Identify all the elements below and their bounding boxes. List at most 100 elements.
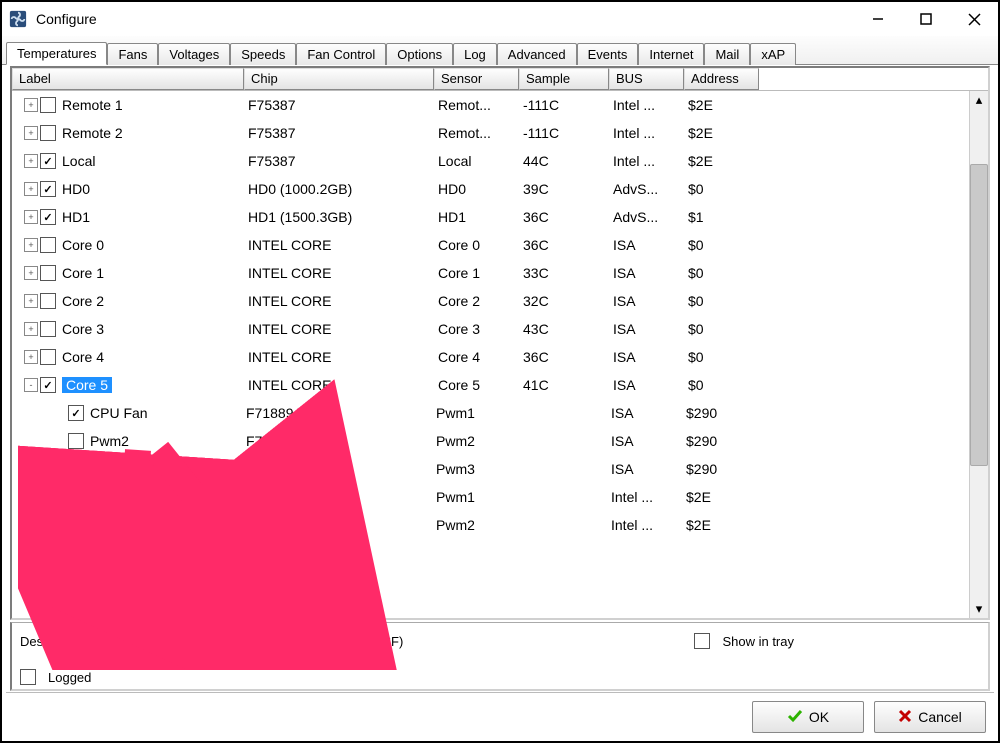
tab-log[interactable]: Log [453,43,497,65]
row-checkbox[interactable] [40,349,56,365]
scroll-down-icon[interactable]: ▾ [970,600,988,618]
col-sensor[interactable]: Sensor [434,68,519,90]
tab-advanced[interactable]: Advanced [497,43,577,65]
col-filler [759,68,988,90]
row-label: CPU Fan [90,405,246,421]
table-row[interactable]: +HD1HD1 (1500.3GB)HD136CAdvS...$1 [12,203,969,231]
col-bus[interactable]: BUS [609,68,684,90]
table-row[interactable]: Pwm3F71889APwm3ISA$290 [12,455,969,483]
row-checkbox[interactable] [40,97,56,113]
table-row[interactable]: CPU FanF71889APwm1ISA$290 [12,399,969,427]
row-checkbox[interactable] [40,293,56,309]
table-row[interactable]: +Remote 1F75387Remot...-111CIntel ...$2E [12,91,969,119]
row-checkbox[interactable] [68,489,84,505]
tab-fans[interactable]: Fans [107,43,158,65]
col-chip[interactable]: Chip [244,68,434,90]
row-checkbox[interactable] [40,181,56,197]
table-row[interactable]: Pwm2387Pwm2Intel ...$2E [12,511,969,539]
close-button[interactable] [950,2,998,36]
cancel-label: Cancel [918,709,962,725]
row-label: Pwm2 [90,433,246,449]
spin-up-icon[interactable]: ▲ [327,630,345,641]
expand-icon[interactable]: + [24,154,38,168]
tab-voltages[interactable]: Voltages [158,43,230,65]
expand-icon[interactable]: + [24,182,38,196]
row-checkbox[interactable] [40,209,56,225]
tab-xap[interactable]: xAP [750,43,796,65]
tab-fan-control[interactable]: Fan Control [296,43,386,65]
cell-chip: F75387 [248,97,438,113]
collapse-icon[interactable]: - [24,378,38,392]
maximize-button[interactable] [902,2,950,36]
tab-temperatures[interactable]: Temperatures [6,42,107,65]
table-row[interactable]: Pwm2F71889APwm2ISA$290 [12,427,969,455]
row-checkbox[interactable] [40,265,56,281]
row-checkbox[interactable] [68,405,84,421]
tab-options[interactable]: Options [386,43,453,65]
row-checkbox[interactable] [68,517,84,533]
row-checkbox[interactable] [40,237,56,253]
tab-speeds[interactable]: Speeds [230,43,296,65]
row-checkbox[interactable] [68,461,84,477]
expand-icon[interactable]: + [24,266,38,280]
row-label: Pwm1 [90,489,246,505]
row-checkbox[interactable] [40,377,56,393]
spin-up-icon[interactable]: ▲ [113,630,131,641]
table-row[interactable]: +Remote 2F75387Remot...-111CIntel ...$2E [12,119,969,147]
minimize-button[interactable] [854,2,902,36]
expand-icon[interactable]: + [24,350,38,364]
table-row[interactable]: -Core 5INTEL CORECore 541CISA$0 [12,371,969,399]
cell-bus: ISA [613,265,688,281]
warning-input[interactable] [286,630,326,652]
expand-icon[interactable]: + [24,126,38,140]
cancel-button[interactable]: Cancel [874,701,986,733]
row-checkbox[interactable] [40,125,56,141]
cell-chip: F75387 [248,153,438,169]
table-row[interactable]: +Core 0INTEL CORECore 036CISA$0 [12,231,969,259]
tab-internet[interactable]: Internet [638,43,704,65]
rows-viewport[interactable]: +Remote 1F75387Remot...-111CIntel ...$2E… [12,91,969,618]
cell-chip: INTEL CORE [248,265,438,281]
col-label[interactable]: Label [12,68,244,90]
expand-icon[interactable]: + [24,294,38,308]
show-in-tray-label: Show in tray [722,634,794,649]
table-row[interactable]: +Core 4INTEL CORECore 436CISA$0 [12,343,969,371]
table-row[interactable]: +Core 1INTEL CORECore 133CISA$0 [12,259,969,287]
cell-sample: -111C [523,125,613,141]
row-checkbox[interactable] [40,153,56,169]
col-sample[interactable]: Sample [519,68,609,90]
cell-addr: $0 [688,377,763,393]
expand-icon[interactable]: + [24,322,38,336]
row-label: Pwm2 [90,517,246,533]
tab-bar: TemperaturesFansVoltagesSpeedsFan Contro… [2,36,998,65]
scroll-thumb[interactable] [970,164,988,466]
row-checkbox[interactable] [68,433,84,449]
ok-button[interactable]: OK [752,701,864,733]
table-row[interactable]: +LocalF75387Local44CIntel ...$2E [12,147,969,175]
spin-down-icon[interactable]: ▼ [113,641,131,652]
desired-spinner[interactable]: ▲▼ [71,629,132,653]
cell-bus: ISA [611,461,686,477]
cell-chip: INTEL CORE [248,237,438,253]
scroll-up-icon[interactable]: ▴ [970,91,988,109]
table-row[interactable]: Pwm1F75387Pwm1Intel ...$2E [12,483,969,511]
warning-spinner[interactable]: ▲▼ [285,629,346,653]
desired-suffix: C (131F) [138,634,189,649]
row-label: HD0 [62,181,248,197]
row-checkbox[interactable] [40,321,56,337]
table-row[interactable]: +HD0HD0 (1000.2GB)HD039CAdvS...$0 [12,175,969,203]
table-row[interactable]: +Core 2INTEL CORECore 232CISA$0 [12,287,969,315]
spin-down-icon[interactable]: ▼ [327,641,345,652]
desired-input[interactable] [72,630,112,652]
expand-icon[interactable]: + [24,98,38,112]
row-label: Core 3 [62,321,248,337]
table-row[interactable]: +Core 3INTEL CORECore 343CISA$0 [12,315,969,343]
tab-mail[interactable]: Mail [704,43,750,65]
expand-icon[interactable]: + [24,210,38,224]
tab-events[interactable]: Events [577,43,639,65]
expand-icon[interactable]: + [24,238,38,252]
show-in-tray-checkbox[interactable] [694,633,710,649]
logged-checkbox[interactable] [20,669,36,685]
vertical-scrollbar[interactable]: ▴ ▾ [969,91,988,618]
col-address[interactable]: Address [684,68,759,90]
